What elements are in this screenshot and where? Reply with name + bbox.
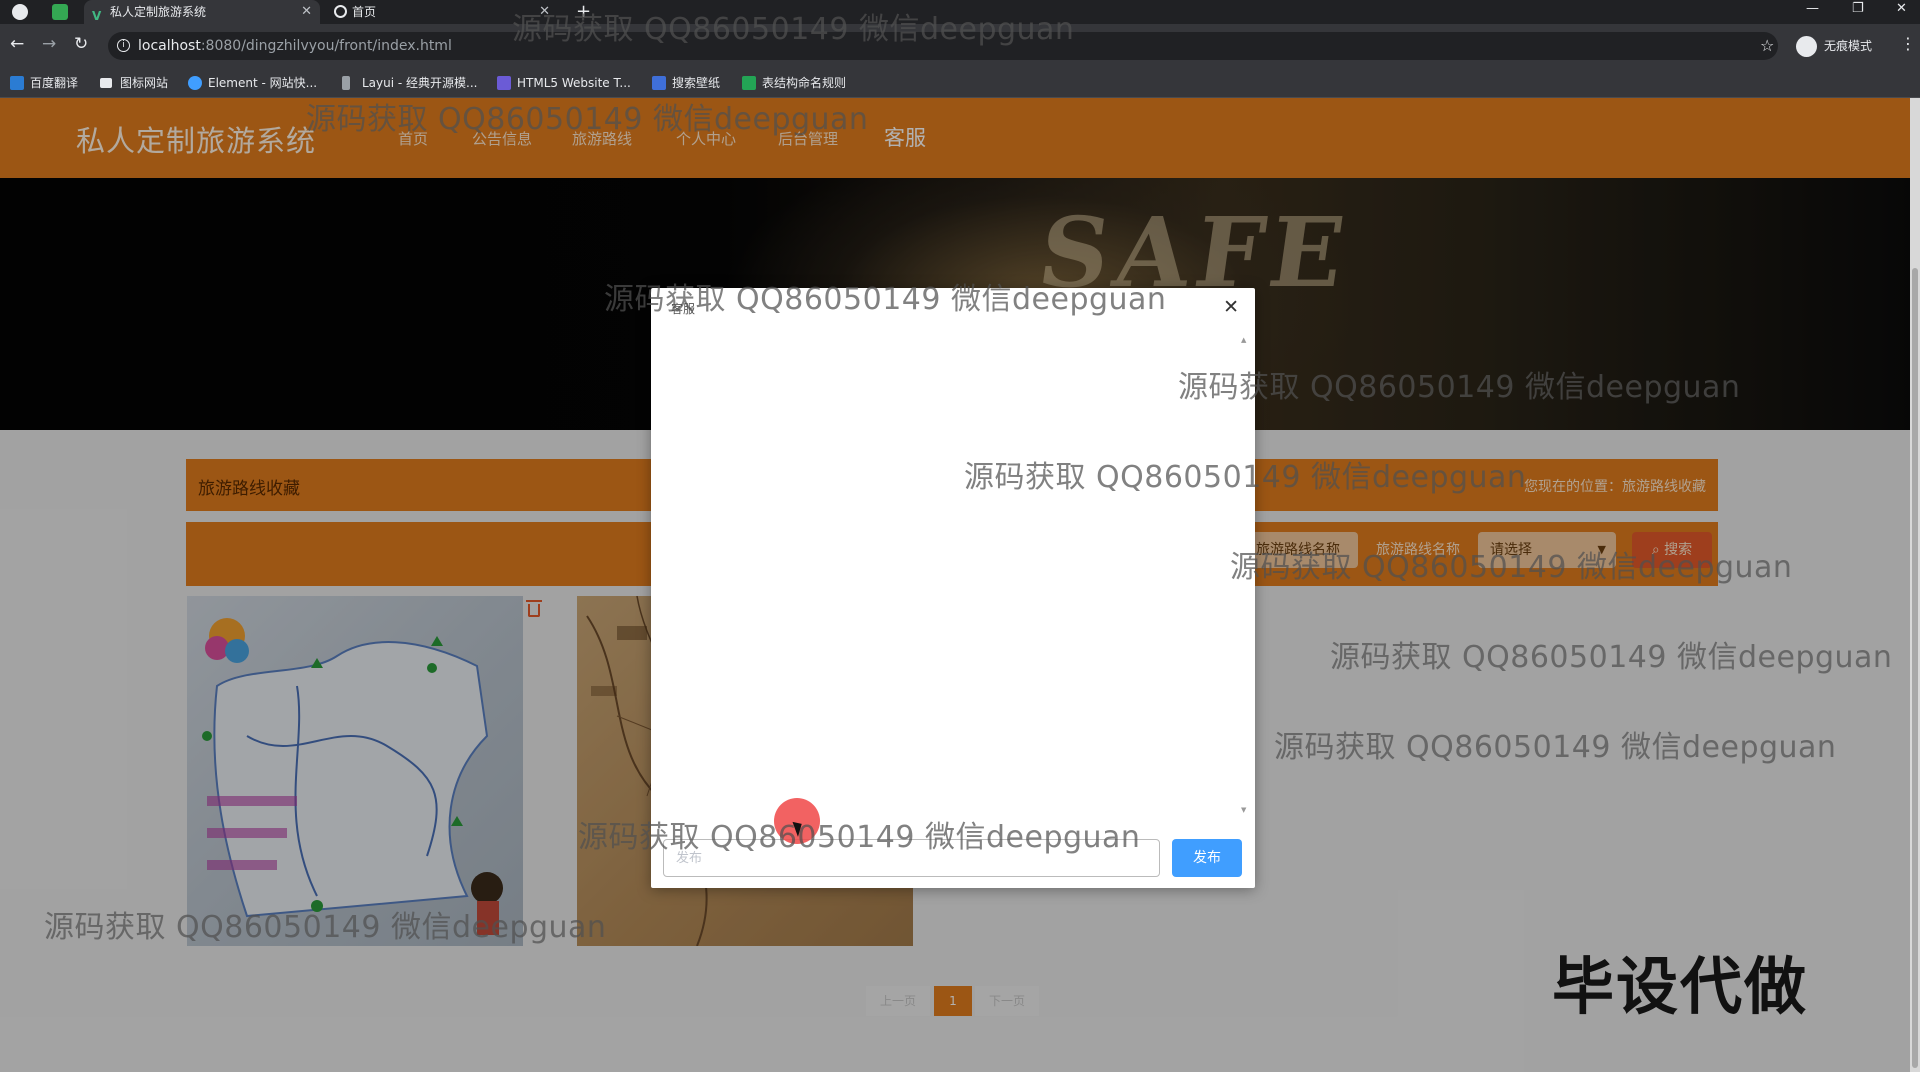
address-bar-row: ← → ↻ i localhost:8080/dingzhilvyou/fron… (0, 24, 1920, 68)
bookmark-item[interactable]: Element - 网站快... (188, 75, 317, 91)
bookmark-item[interactable]: 搜索壁纸 (652, 75, 720, 91)
browser-tab-bar: V 私人定制旅游系统 ✕ 首页 ✕ + — ❐ ✕ (0, 0, 1920, 24)
tab-label: 首页 (352, 5, 377, 19)
more-menu-icon[interactable]: ⋮ (1900, 34, 1916, 53)
url-host: localhost (138, 38, 201, 54)
bookmark-star-icon[interactable]: ☆ (1760, 36, 1774, 55)
scroll-down-icon[interactable]: ▼ (1241, 806, 1246, 814)
tab-label: 私人定制旅游系统 (110, 5, 207, 19)
bookmark-item[interactable]: 百度翻译 (10, 75, 78, 91)
flag-icon (100, 78, 112, 88)
url-path: :8080/dingzhilvyou/front/index.html (200, 38, 452, 54)
wallpaper-icon (652, 76, 666, 90)
incognito-icon (1796, 36, 1817, 57)
sheet-icon (742, 76, 756, 90)
incognito-profile-button[interactable]: 无痕模式 (1796, 34, 1872, 58)
close-icon[interactable]: ✕ (1223, 296, 1239, 318)
chat-scrollbar[interactable]: ▲ ▼ (1241, 336, 1249, 816)
chat-messages-area[interactable] (651, 328, 1237, 810)
close-icon[interactable]: ✕ (301, 0, 312, 24)
send-button[interactable]: 发布 (1172, 839, 1242, 877)
browser-menu-icon[interactable] (12, 4, 28, 20)
tab-main-site[interactable]: V 私人定制旅游系统 ✕ (84, 0, 320, 24)
bookmark-item[interactable]: Layui - 经典开源模... (342, 75, 477, 91)
scrollbar-thumb[interactable] (1912, 268, 1918, 1068)
reload-icon[interactable]: ↻ (74, 34, 88, 54)
page-scrollbar[interactable] (1910, 98, 1920, 1072)
dialog-title: 客服 (671, 302, 696, 316)
element-icon (188, 76, 202, 90)
restore-icon[interactable]: ❐ (1852, 0, 1864, 18)
minimize-icon[interactable]: — (1806, 0, 1819, 18)
new-tab-icon[interactable]: + (576, 0, 591, 24)
back-icon[interactable]: ← (10, 34, 24, 54)
promo-text: 毕设代做 (1552, 950, 1809, 1023)
html5-icon (497, 76, 511, 90)
profile-label: 无痕模式 (1824, 39, 1873, 53)
bookmark-item[interactable]: 表结构命名规则 (742, 75, 846, 91)
url-input[interactable]: i localhost:8080/dingzhilvyou/front/inde… (108, 32, 1778, 60)
window-close-icon[interactable]: ✕ (1896, 0, 1907, 18)
chat-input[interactable] (663, 839, 1160, 877)
globe-icon (334, 5, 347, 18)
pinned-tab-icon[interactable] (52, 4, 68, 20)
close-icon[interactable]: ✕ (539, 0, 550, 24)
bookmark-item[interactable]: 图标网站 (100, 75, 168, 91)
bookmarks-bar: 百度翻译 图标网站 Element - 网站快... Layui - 经典开源模… (0, 68, 1920, 98)
forward-icon[interactable]: → (42, 34, 56, 54)
tab-home[interactable]: 首页 ✕ (326, 0, 558, 24)
bookmark-item[interactable]: HTML5 Website T... (497, 75, 631, 91)
customer-service-dialog: 客服 ✕ ▲ ▼ 发布 (651, 288, 1255, 888)
scroll-up-icon[interactable]: ▲ (1241, 336, 1246, 344)
info-icon[interactable]: i (117, 39, 130, 52)
layui-icon (342, 76, 350, 90)
translate-icon (10, 76, 24, 90)
